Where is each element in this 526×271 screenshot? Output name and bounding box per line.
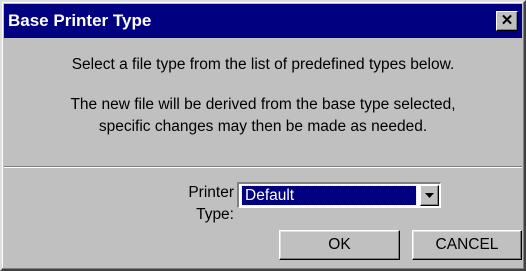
- ok-button[interactable]: OK: [279, 230, 400, 260]
- printer-type-label: Printer Type:: [188, 184, 234, 223]
- chevron-down-icon: [425, 193, 434, 198]
- close-icon: ✕: [500, 12, 514, 29]
- titlebar[interactable]: Base Printer Type ✕: [4, 4, 522, 38]
- separator: [4, 166, 522, 168]
- cancel-button[interactable]: CANCEL: [412, 230, 522, 260]
- base-printer-type-dialog: Base Printer Type ✕ Select a file type f…: [0, 0, 526, 271]
- dropdown-button[interactable]: [420, 185, 439, 206]
- instruction-text: Select a file type from the list of pred…: [4, 54, 522, 76]
- printer-type-value[interactable]: Default: [241, 185, 417, 206]
- window-title: Base Printer Type: [8, 11, 152, 30]
- explanation-line-2: specific changes may then be made as nee…: [98, 118, 428, 135]
- explanation-line-1: The new file will be derived from the ba…: [70, 96, 456, 113]
- printer-type-select[interactable]: Default: [237, 182, 441, 208]
- explanation-text: The new file will be derived from the ba…: [4, 94, 522, 138]
- close-button[interactable]: ✕: [496, 11, 518, 31]
- instruction-line: Select a file type from the list of pred…: [71, 56, 455, 73]
